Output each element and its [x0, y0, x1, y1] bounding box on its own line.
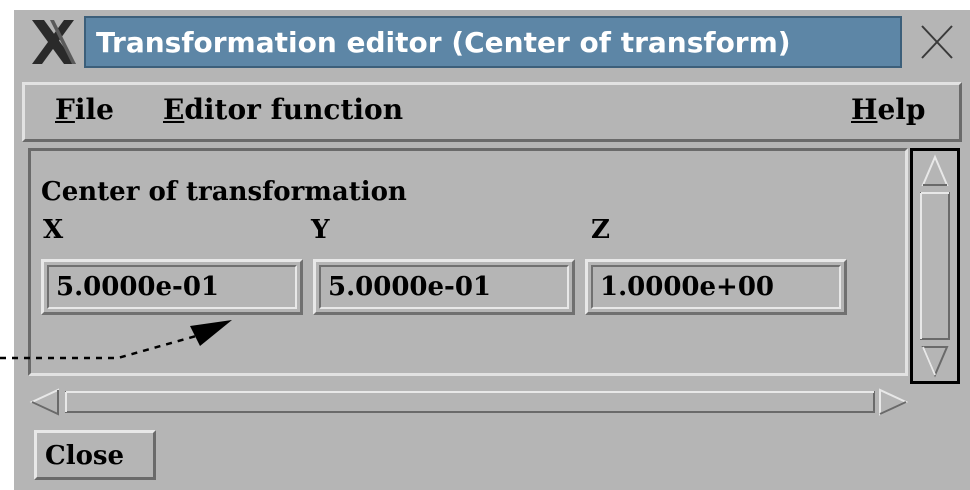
- z-value: 1.0000e+00: [600, 272, 775, 302]
- x-value: 5.0000e-01: [56, 272, 220, 302]
- arrow-left-icon[interactable]: [29, 388, 59, 416]
- title-bar: Transformation editor (Center of transfo…: [14, 10, 970, 74]
- menu-file-mnemonic: F: [55, 93, 75, 126]
- menu-help[interactable]: Help: [851, 93, 926, 126]
- y-value: 5.0000e-01: [328, 272, 492, 302]
- menu-editor-function-label: ditor function: [184, 93, 404, 126]
- menu-file[interactable]: File: [55, 93, 114, 126]
- close-button[interactable]: Close: [34, 430, 156, 480]
- vertical-scroll-thumb[interactable]: [920, 192, 950, 340]
- menu-help-label: elp: [877, 93, 926, 126]
- menu-editor-function-mnemonic: E: [163, 93, 185, 126]
- window-title: Transformation editor (Center of transfo…: [96, 26, 791, 59]
- panel-heading: Center of transformation: [41, 177, 407, 207]
- arrow-down-icon[interactable]: [921, 346, 949, 378]
- arrow-right-icon[interactable]: [879, 388, 909, 416]
- menu-file-label: ile: [74, 93, 114, 126]
- menu-bar: File Editor function Help: [22, 82, 962, 142]
- horizontal-scroll-thumb[interactable]: [65, 391, 875, 413]
- z-label: Z: [591, 215, 610, 245]
- x-logo-icon[interactable]: [26, 16, 82, 68]
- horizontal-scrollbar[interactable]: [28, 384, 909, 420]
- close-button-label: Close: [45, 441, 125, 471]
- callout-arrow: [0, 320, 232, 360]
- menu-editor-function[interactable]: Editor function: [163, 93, 403, 126]
- transformation-editor-window: Transformation editor (Center of transfo…: [14, 10, 970, 490]
- menu-help-mnemonic: H: [851, 93, 878, 126]
- y-field[interactable]: 5.0000e-01: [313, 259, 575, 315]
- x-label: X: [43, 215, 64, 245]
- close-icon[interactable]: [908, 16, 964, 68]
- vertical-scrollbar[interactable]: [910, 148, 960, 384]
- z-field[interactable]: 1.0000e+00: [585, 259, 847, 315]
- y-label: Y: [311, 215, 330, 245]
- arrow-up-icon[interactable]: [921, 154, 949, 186]
- title-area[interactable]: Transformation editor (Center of transfo…: [84, 16, 902, 68]
